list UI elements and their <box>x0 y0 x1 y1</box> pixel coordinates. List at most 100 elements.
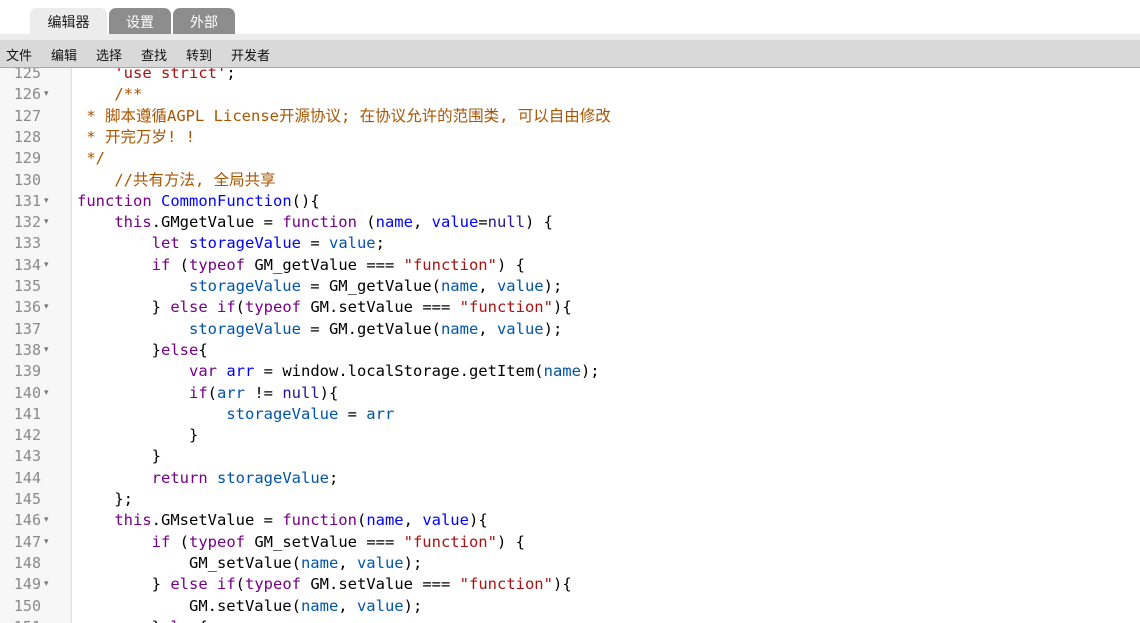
line-number: 142 <box>13 426 41 445</box>
line-number: 146 <box>13 511 41 530</box>
line-number: 141 <box>13 404 41 423</box>
code-line[interactable]: 151 }else{ <box>0 617 1140 623</box>
code-token: storageValue <box>189 234 301 253</box>
code-token: ( <box>170 532 189 551</box>
code-line[interactable]: 137 storageValue = GM.getValue(name, val… <box>0 319 1140 340</box>
code-line[interactable]: 135 storageValue = GM_getValue(name, val… <box>0 276 1140 297</box>
code-line[interactable]: 139 var arr = window.localStorage.getIte… <box>0 361 1140 382</box>
fold-toggle-icon[interactable]: ▾ <box>44 532 49 553</box>
line-number: 148 <box>13 553 41 572</box>
line-number: 151 <box>0 617 41 623</box>
fold-toggle-icon[interactable]: ▾ <box>44 84 49 105</box>
code-line[interactable]: 148 GM_setValue(name, value); <box>0 553 1140 574</box>
code-token: .GMgetValue = <box>151 213 283 232</box>
fold-toggle-icon[interactable]: ▾ <box>44 340 49 361</box>
menu-goto[interactable]: 转到 <box>186 45 212 64</box>
fold-toggle-icon[interactable]: ▾ <box>44 297 49 318</box>
fold-toggle-icon[interactable]: ▾ <box>44 510 49 531</box>
code-token: .GMsetValue = <box>151 511 283 530</box>
code-token: value <box>422 511 469 530</box>
code-text: */ <box>77 148 105 169</box>
menu-developer[interactable]: 开发者 <box>231 45 270 64</box>
code-text: } <box>77 425 198 446</box>
menu-find[interactable]: 查找 <box>141 45 167 64</box>
code-token: GM.setValue === <box>301 298 460 317</box>
code-token: != <box>245 383 283 402</box>
code-token: value <box>496 319 544 338</box>
code-line[interactable]: 147 ▾ if (typeof GM_setValue === "functio… <box>0 532 1140 553</box>
code-token: else <box>161 340 199 359</box>
code-token: ){ <box>468 511 488 530</box>
code-token: GM_setValue( <box>77 553 301 572</box>
fold-toggle-icon[interactable]: ▾ <box>44 212 49 233</box>
code-token: } <box>77 618 161 623</box>
code-line[interactable]: 144 return storageValue; <box>0 468 1140 489</box>
tab-settings[interactable]: 设置 <box>109 8 171 34</box>
code-line[interactable]: 149 ▾ } else if(typeof GM.setValue === "f… <box>0 574 1140 595</box>
code-text: * 开完万岁! ! <box>77 127 195 148</box>
menu-file[interactable]: 文件 <box>6 45 32 64</box>
code-token: , <box>412 213 432 232</box>
line-number: 136 <box>13 298 41 317</box>
code-text: var arr = window.localStorage.getItem(na… <box>77 361 600 382</box>
code-token: } <box>77 340 161 359</box>
line-number: 135 <box>13 277 41 295</box>
tab-editor[interactable]: 编辑器 <box>30 8 107 34</box>
line-number: 150 <box>13 596 41 615</box>
menu-select[interactable]: 选择 <box>96 45 122 64</box>
line-number: 133 <box>13 234 41 253</box>
line-number: 143 <box>13 447 41 466</box>
code-token: GM.setValue === <box>301 575 460 594</box>
fold-toggle-icon[interactable]: ▾ <box>44 574 49 595</box>
code-token: } <box>77 575 171 594</box>
code-token: value <box>356 596 404 615</box>
code-token: ){ <box>319 383 339 402</box>
code-token: storageValue <box>217 468 329 487</box>
line-number: 138 <box>13 340 41 359</box>
code-line[interactable]: 133 let storageValue = value; <box>0 233 1140 254</box>
code-token: typeof <box>245 575 302 594</box>
code-line[interactable]: 140 ▾ if(arr != null){ <box>0 383 1140 404</box>
code-line[interactable]: 127 * 脚本遵循AGPL License开源协议; 在协议允许的范围类, 可… <box>0 106 1140 127</box>
code-line[interactable]: 132 ▾ this.GMgetValue = function (name, v… <box>0 212 1140 233</box>
code-line[interactable]: 136 ▾ } else if(typeof GM.setValue === "f… <box>0 297 1140 318</box>
code-line[interactable]: 141 storageValue = arr <box>0 404 1140 425</box>
code-line[interactable]: 143 } <box>0 446 1140 467</box>
fold-toggle-icon[interactable]: ▾ <box>44 191 49 212</box>
code-line[interactable]: 134 ▾ if (typeof GM_getValue === "functio… <box>0 255 1140 276</box>
code-line[interactable]: 138 ▾ }else{ <box>0 340 1140 361</box>
code-line[interactable]: 146 ▾ this.GMsetValue = function(name, va… <box>0 510 1140 531</box>
code-text: if (typeof GM_getValue === "function") { <box>77 255 525 276</box>
code-token: GM_setValue === <box>245 532 404 551</box>
code-token: name <box>300 553 339 572</box>
line-number: 131 <box>13 191 41 210</box>
code-line[interactable]: 130 //共有方法, 全局共享 <box>0 170 1140 191</box>
code-token: value <box>328 234 376 253</box>
fold-toggle-icon[interactable]: ▾ <box>44 383 49 404</box>
code-token: }; <box>77 490 133 508</box>
code-line[interactable]: 131 ▾ function CommonFunction(){ <box>0 191 1140 212</box>
code-line[interactable]: 129 */ <box>0 148 1140 169</box>
code-token: "function" <box>403 255 497 274</box>
fold-toggle-icon[interactable]: ▾ <box>44 255 49 276</box>
code-token: (){ <box>291 191 320 210</box>
code-line[interactable]: 126 ▾ /** <box>0 84 1140 105</box>
tab-external[interactable]: 外部 <box>173 8 235 34</box>
line-number: 137 <box>13 319 41 338</box>
code-line[interactable]: 125 'use strict'; <box>0 68 1140 84</box>
code-line[interactable]: 128 * 开完万岁! ! <box>0 127 1140 148</box>
code-token: name <box>300 596 339 615</box>
code-line[interactable]: 145 }; <box>0 489 1140 510</box>
code-line[interactable]: 150 GM.setValue(name, value); <box>0 596 1140 617</box>
menu-edit[interactable]: 编辑 <box>51 45 77 64</box>
code-line[interactable]: 142 } <box>0 425 1140 446</box>
code-editor[interactable]: 125 'use strict'; 126 ▾ /** 127 * 脚本遵循AGPL … <box>0 68 1140 623</box>
code-token: ); <box>580 362 600 381</box>
